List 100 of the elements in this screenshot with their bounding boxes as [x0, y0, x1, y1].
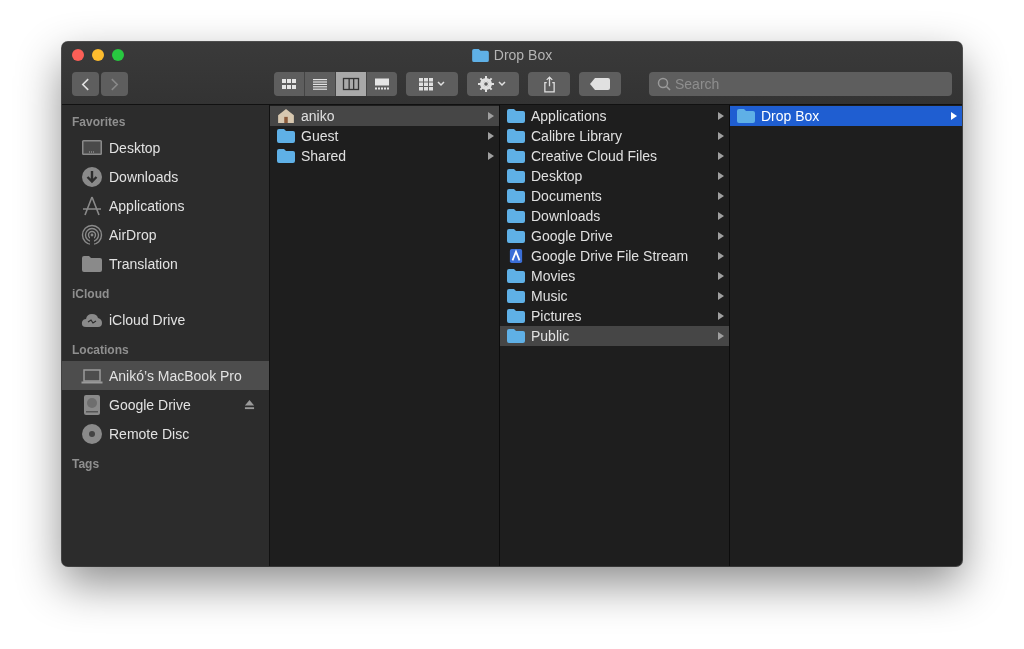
app-store-icon — [81, 194, 103, 217]
folder-icon — [507, 109, 525, 123]
file-row[interactable]: Calibre Library — [500, 126, 729, 146]
minimize-button[interactable] — [92, 49, 104, 61]
sidebar-section-title: Tags — [71, 457, 101, 472]
tag-icon — [590, 78, 610, 90]
close-button[interactable] — [72, 49, 84, 61]
action-menu-button[interactable] — [467, 72, 519, 96]
file-row[interactable]: Pictures — [500, 306, 729, 326]
sidebar-item[interactable]: Downloads — [62, 162, 269, 191]
file-row[interactable]: Desktop — [500, 166, 729, 186]
sidebar-item[interactable]: iCloud Drive — [62, 305, 269, 334]
file-name: Desktop — [531, 168, 584, 184]
file-row[interactable]: Google Drive — [500, 226, 729, 246]
file-name: Pictures — [531, 308, 583, 324]
sidebar-item[interactable]: Desktop — [62, 133, 269, 162]
view-mode-button[interactable] — [336, 72, 366, 96]
search-icon — [657, 77, 671, 91]
view-mode-button[interactable] — [305, 72, 335, 96]
sidebar-item[interactable]: Google Drive — [62, 390, 269, 419]
sidebar-item[interactable]: Applications — [62, 191, 269, 220]
file-name: Documents — [531, 188, 603, 204]
eject-icon[interactable] — [244, 399, 255, 410]
file-name: Calibre Library — [531, 128, 624, 144]
view-mode-button[interactable] — [274, 72, 304, 96]
folder-icon — [507, 129, 525, 143]
folder-icon — [507, 189, 525, 203]
folder-icon — [471, 48, 489, 62]
file-name: Downloads — [531, 208, 602, 224]
chevron-right-icon — [111, 77, 119, 91]
file-name: Music — [531, 288, 569, 304]
file-row[interactable]: Drop Box — [730, 106, 962, 126]
folder-icon — [507, 169, 525, 183]
sidebar-item[interactable]: Remote Disc — [62, 419, 269, 448]
file-name: Guest — [301, 128, 340, 144]
sidebar-section-title: iCloud — [71, 287, 111, 302]
file-row[interactable]: Applications — [500, 106, 729, 126]
file-row[interactable]: Shared — [270, 146, 499, 166]
folder-icon — [507, 289, 525, 303]
gear-icon — [478, 76, 508, 92]
file-row[interactable]: Movies — [500, 266, 729, 286]
share-icon — [542, 75, 556, 93]
file-row[interactable]: Documents — [500, 186, 729, 206]
file-name: aniko — [301, 108, 336, 124]
folder-icon — [507, 229, 525, 243]
folder-icon — [277, 129, 295, 143]
file-row[interactable]: Guest — [270, 126, 499, 146]
sidebar-section-title: Favorites — [71, 115, 127, 130]
sidebar-item[interactable]: AirDrop — [62, 220, 269, 249]
back-button[interactable] — [72, 72, 99, 96]
list-icon — [311, 77, 329, 91]
tag-button[interactable] — [579, 72, 621, 96]
sidebar-item[interactable]: Translation — [62, 249, 269, 278]
gallery-icon — [373, 77, 391, 91]
window-title: Drop Box — [493, 47, 553, 63]
file-name: Drop Box — [761, 108, 821, 124]
folder-icon — [277, 149, 295, 163]
file-row[interactable]: Creative Cloud Files — [500, 146, 729, 166]
sidebar-item-label: Desktop — [109, 139, 162, 156]
grid-icon — [418, 77, 446, 91]
file-row[interactable]: aniko — [270, 106, 499, 126]
file-name: Public — [531, 328, 571, 344]
file-name: Applications — [531, 108, 608, 124]
zoom-button[interactable] — [112, 49, 124, 61]
sidebar-item-label: Anikó’s MacBook Pro — [109, 367, 243, 384]
chevron-left-icon — [81, 77, 89, 91]
file-row[interactable]: Music — [500, 286, 729, 306]
sidebar-item-label: Translation — [109, 255, 179, 272]
file-name: Creative Cloud Files — [531, 148, 659, 164]
folder-icon — [507, 269, 525, 283]
sidebar-section-title: Locations — [71, 343, 130, 358]
file-name: Google Drive File Stream — [531, 248, 690, 264]
disc-icon — [81, 422, 103, 445]
sidebar-item-label: Downloads — [109, 168, 180, 185]
share-button[interactable] — [528, 72, 570, 96]
file-row[interactable]: Google Drive File Stream — [500, 246, 729, 266]
view-mode-button[interactable] — [367, 72, 397, 96]
icon-grid-icon — [280, 77, 298, 91]
sidebar-item-label: Google Drive — [109, 396, 192, 413]
airdrop-icon — [81, 223, 103, 246]
folder-icon — [507, 149, 525, 163]
drive-icon — [81, 393, 103, 416]
group-menu-button[interactable] — [406, 72, 458, 96]
columns-icon — [342, 77, 360, 91]
file-row[interactable]: Public — [500, 326, 729, 346]
file-name: Google Drive — [531, 228, 614, 244]
folder-icon — [737, 109, 755, 123]
folder-icon — [507, 309, 525, 323]
house-icon — [277, 109, 295, 123]
file-name: Movies — [531, 268, 577, 284]
sidebar-item-label: iCloud Drive — [109, 311, 187, 328]
sidebar-item-label: Applications — [109, 197, 186, 214]
sidebar-item[interactable]: Anikó’s MacBook Pro — [62, 361, 269, 390]
file-row[interactable]: Downloads — [500, 206, 729, 226]
download-icon — [81, 165, 103, 188]
sidebar-item-label: AirDrop — [109, 226, 158, 243]
app-icon — [507, 249, 525, 263]
file-name: Shared — [301, 148, 348, 164]
folder-icon — [507, 209, 525, 223]
sidebar-item-label: Remote Disc — [109, 425, 191, 442]
